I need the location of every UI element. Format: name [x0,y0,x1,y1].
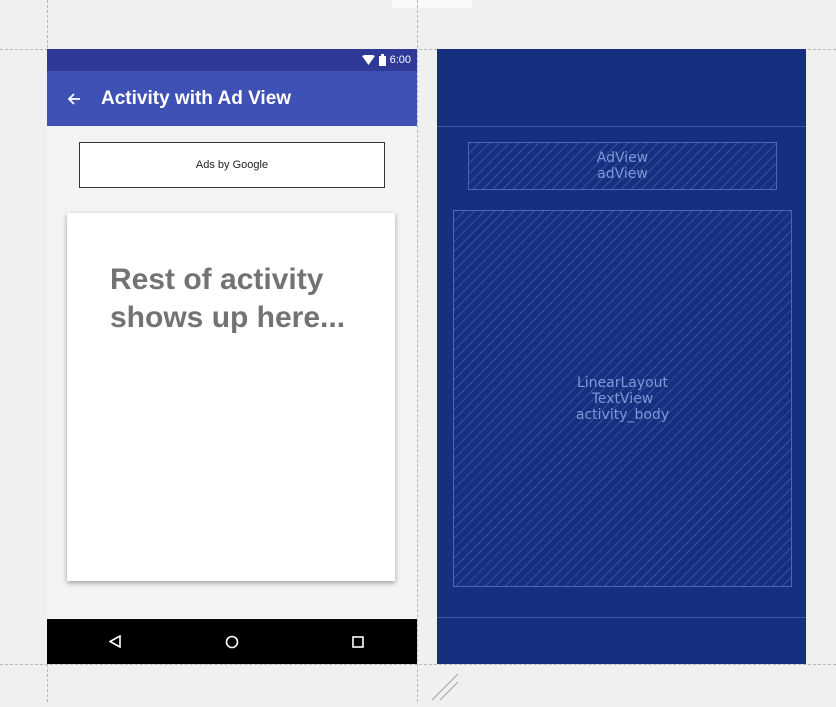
blueprint-ad-view[interactable]: AdView adView [468,142,777,190]
blueprint-ad-view-type: AdView [596,150,649,166]
back-triangle-icon[interactable] [85,619,145,664]
page-title: Activity with Ad View [101,87,292,109]
wifi-icon [361,55,375,65]
blueprint-ad-view-id: adView [597,166,648,182]
navigation-bar [47,619,417,664]
battery-icon [378,54,386,66]
activity-body-text: Rest of activity shows up here... [110,263,346,334]
app-bar: Activity with Ad View [47,71,417,126]
status-time: 6:00 [389,54,411,66]
blueprint-body-id: activity_body [575,406,670,423]
back-arrow-icon[interactable] [47,71,101,126]
home-circle-icon[interactable] [202,619,262,664]
recents-square-icon[interactable] [328,619,388,664]
blueprint-body-type: TextView [591,390,654,407]
activity-body-card[interactable]: Rest of activity shows up here... [67,213,395,581]
editor-tab [392,0,472,8]
ad-view[interactable]: Ads by Google [79,142,385,188]
design-view[interactable]: 6:00 Activity with Ad View Ads by Google… [47,49,417,664]
status-bar: 6:00 [47,49,417,71]
blueprint-view[interactable]: AdView adView LinearLayout TextView acti… [437,49,806,664]
guide-line-right [417,0,418,702]
blueprint-activity-body[interactable]: LinearLayout TextView activity_body [453,210,792,587]
blueprint-body-layout: LinearLayout [576,374,669,391]
blueprint-app-bar-line [437,126,806,127]
ad-label: Ads by Google [195,159,269,171]
blueprint-nav-bar-line [437,617,806,618]
guide-line-bottom [0,664,836,665]
resize-handle-icon[interactable] [430,668,460,707]
